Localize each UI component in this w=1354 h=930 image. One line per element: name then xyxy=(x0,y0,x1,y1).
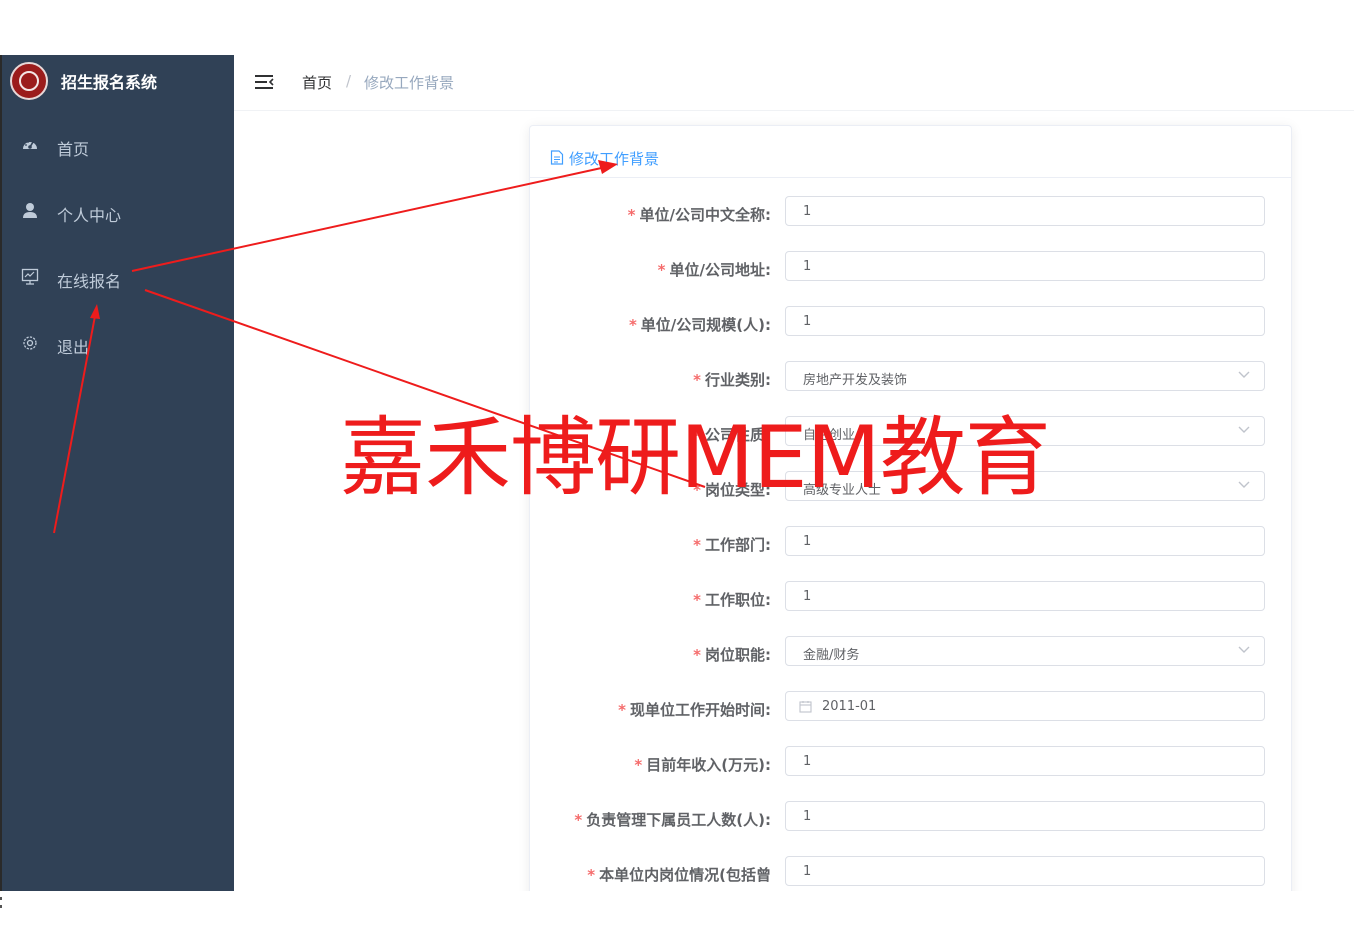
field-value: 1 xyxy=(803,809,812,824)
field-label: * 本单位内岗位情况(包括曾 xyxy=(587,864,771,885)
sidebar: 招生报名系统 首页 个人中心 在线报名 退出 xyxy=(0,55,234,891)
field-value: 1 xyxy=(803,204,812,219)
required-asterisk: * xyxy=(693,646,701,664)
field-label: * 现单位工作开始时间: xyxy=(618,699,771,720)
field-label-text: 单位/公司中文全称: xyxy=(639,206,771,224)
edge-mark xyxy=(0,897,2,908)
app-window: 招生报名系统 首页 个人中心 在线报名 退出 首页 / 修改工作背景 修改工作背… xyxy=(0,55,1354,891)
text-input-field[interactable]: 1 xyxy=(785,801,1265,831)
text-input-field[interactable]: 1 xyxy=(785,746,1265,776)
field-label: * 负责管理下属员工人数(人): xyxy=(574,809,771,830)
system-title: 招生报名系统 xyxy=(61,73,158,92)
field-label-text: 目前年收入(万元): xyxy=(646,756,771,774)
required-asterisk: * xyxy=(634,756,643,774)
field-value: 1 xyxy=(803,589,812,604)
field-label: * 工作部门: xyxy=(693,534,771,555)
text-input-field[interactable]: 1 xyxy=(785,306,1265,336)
required-asterisk: * xyxy=(693,371,701,389)
field-value: 2011-01 xyxy=(822,699,877,714)
field-label: * 岗位职能: xyxy=(693,644,771,665)
sidebar-item-logout[interactable]: 退出 xyxy=(2,316,234,372)
field-label-text: 公司性质: xyxy=(705,426,771,444)
menu-fold-icon[interactable] xyxy=(254,72,276,92)
select-field[interactable]: 房地产开发及装饰 xyxy=(785,361,1265,391)
field-value: 房地产开发及装饰 xyxy=(803,373,908,388)
text-input-field[interactable]: 1 xyxy=(785,526,1265,556)
text-input-field[interactable]: 1 xyxy=(785,581,1265,611)
select-field[interactable]: 自主创业 xyxy=(785,416,1265,446)
field-value: 自主创业 xyxy=(803,428,856,443)
sidebar-item-label: 首页 xyxy=(57,140,90,159)
chevron-down-icon xyxy=(1238,646,1250,653)
field-value: 高级专业人士 xyxy=(803,483,882,498)
field-value: 1 xyxy=(803,259,812,274)
field-label-text: 行业类别: xyxy=(705,371,771,389)
calendar-icon xyxy=(799,701,812,713)
gear-icon xyxy=(23,336,37,350)
required-asterisk: * xyxy=(657,261,666,279)
required-asterisk: * xyxy=(693,426,701,444)
sidebar-item-profile[interactable]: 个人中心 xyxy=(2,184,234,240)
field-label: * 岗位类型: xyxy=(693,479,771,500)
required-asterisk: * xyxy=(693,591,701,609)
required-asterisk: * xyxy=(627,206,636,224)
required-asterisk: * xyxy=(574,811,583,829)
sidebar-item-online-registration[interactable]: 在线报名 xyxy=(2,250,234,306)
field-label-text: 本单位内岗位情况(包括曾 xyxy=(599,866,771,884)
breadcrumb-separator: / xyxy=(346,72,352,90)
field-label-text: 单位/公司地址: xyxy=(669,261,771,279)
field-value: 1 xyxy=(803,754,812,769)
field-label-text: 工作职位: xyxy=(705,591,771,609)
field-label: * 单位/公司地址: xyxy=(658,259,771,280)
user-icon xyxy=(23,203,37,218)
text-input-field[interactable]: 1 xyxy=(785,251,1265,281)
required-asterisk: * xyxy=(618,701,626,719)
field-label: * 单位/公司中文全称: xyxy=(628,204,771,225)
card-header: 修改工作背景 xyxy=(530,126,1291,178)
field-label: * 单位/公司规模(人): xyxy=(629,314,771,335)
text-input-field[interactable]: 1 xyxy=(785,196,1265,226)
chevron-down-icon xyxy=(1238,481,1250,488)
sidebar-item-label: 个人中心 xyxy=(57,206,122,225)
field-label-text: 工作部门: xyxy=(705,536,771,554)
select-field[interactable]: 金融/财务 xyxy=(785,636,1265,666)
breadcrumb-current: 修改工作背景 xyxy=(364,74,455,92)
dashboard-icon xyxy=(23,141,37,149)
field-label-text: 单位/公司规模(人): xyxy=(640,316,771,334)
date-picker-field[interactable]: 2011-01 xyxy=(785,691,1265,721)
sidebar-item-home[interactable]: 首页 xyxy=(2,118,234,174)
field-label-text: 负责管理下属员工人数(人): xyxy=(586,811,771,829)
university-logo xyxy=(10,62,48,100)
field-label-text: 岗位类型: xyxy=(705,481,771,499)
field-label: * 公司性质: xyxy=(693,424,771,445)
work-background-form-card: 修改工作背景 * 单位/公司中文全称: 1 * 单位/公司地址: 1 * 单位/公司规模(人)… xyxy=(529,125,1292,891)
top-navbar: 首页 / 修改工作背景 xyxy=(234,55,1354,111)
monitor-chart-icon xyxy=(21,268,39,285)
field-value: 1 xyxy=(803,864,812,879)
sidebar-item-label: 在线报名 xyxy=(57,272,122,291)
field-label: * 目前年收入(万元): xyxy=(634,754,771,775)
sidebar-logo-row: 招生报名系统 xyxy=(2,55,234,105)
text-input-field[interactable]: 1 xyxy=(785,856,1265,886)
field-label: * 工作职位: xyxy=(693,589,771,610)
required-asterisk: * xyxy=(693,481,701,499)
field-value: 金融/财务 xyxy=(803,648,860,663)
required-asterisk: * xyxy=(628,316,637,334)
field-label: * 行业类别: xyxy=(693,369,771,390)
breadcrumb-home[interactable]: 首页 xyxy=(302,72,332,93)
field-label-text: 岗位职能: xyxy=(705,646,771,664)
chevron-down-icon xyxy=(1238,371,1250,378)
card-title: 修改工作背景 xyxy=(569,150,660,168)
document-icon xyxy=(550,150,564,165)
field-value: 1 xyxy=(803,534,812,549)
required-asterisk: * xyxy=(693,536,701,554)
required-asterisk: * xyxy=(587,866,596,884)
select-field[interactable]: 高级专业人士 xyxy=(785,471,1265,501)
field-label-text: 现单位工作开始时间: xyxy=(630,701,771,719)
sidebar-item-label: 退出 xyxy=(57,338,90,357)
field-value: 1 xyxy=(803,314,812,329)
chevron-down-icon xyxy=(1238,426,1250,433)
